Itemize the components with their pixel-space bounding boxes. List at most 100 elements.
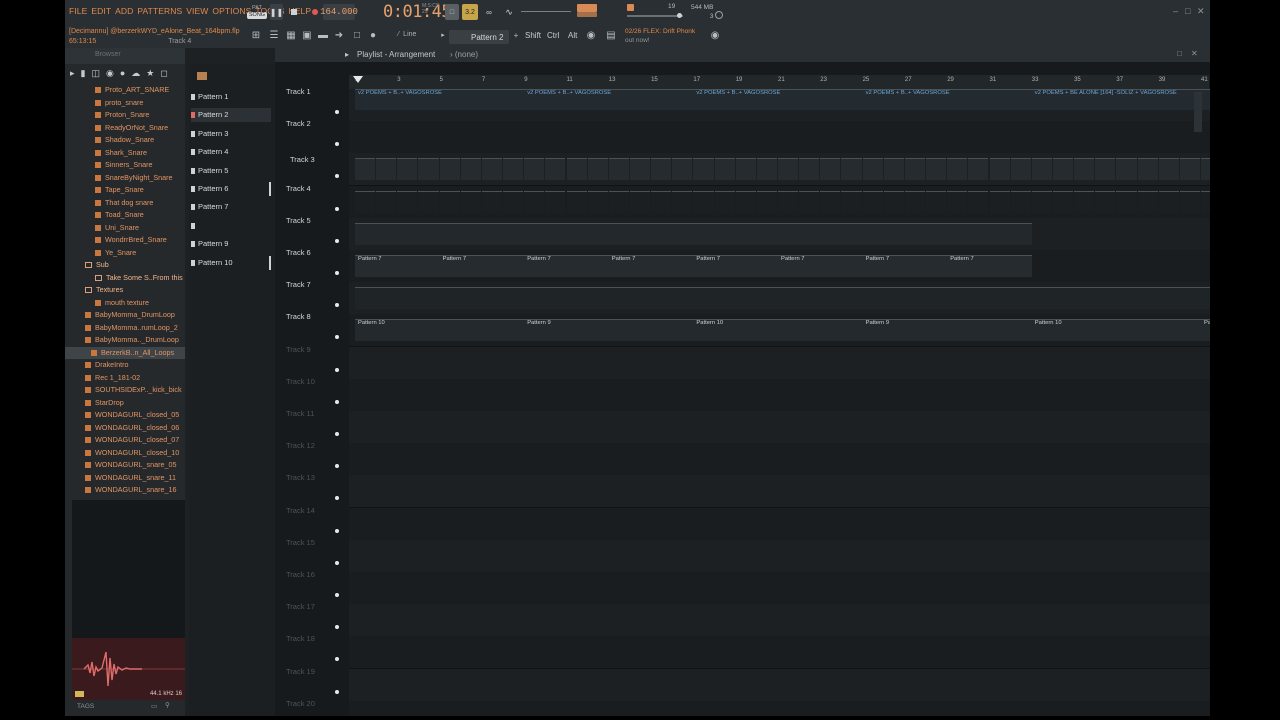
track-lane[interactable] xyxy=(349,443,1210,477)
pattern-clip[interactable]: Pattern 9 xyxy=(862,319,1032,342)
playhead-icon[interactable] xyxy=(353,76,363,83)
pattern-clip[interactable]: Pattern 7 xyxy=(355,255,440,277)
pattern-clip[interactable] xyxy=(524,158,545,181)
pattern-clip[interactable]: Pattern 10 xyxy=(1031,319,1201,342)
menu-edit[interactable]: EDIT xyxy=(91,6,111,16)
audio-clip[interactable]: v2 POEMS + B..+ VAGOSROSE xyxy=(862,89,1032,110)
pattern-clip[interactable] xyxy=(778,222,863,245)
mic-icon[interactable]: ● xyxy=(367,29,379,43)
typing-keyboard-icon[interactable]: ▤ xyxy=(605,29,617,43)
pattern-clip[interactable] xyxy=(397,190,418,213)
browser-item[interactable]: WONDAGURL_closed_06 xyxy=(65,422,185,434)
pattern-clip[interactable] xyxy=(376,158,397,181)
track-lane[interactable] xyxy=(349,121,1210,155)
pattern-clip[interactable] xyxy=(1031,158,1052,181)
browser-menu-icon[interactable]: ▸ xyxy=(70,68,75,79)
pattern-clip[interactable] xyxy=(714,190,735,213)
pattern-clip[interactable]: Pattern 7 xyxy=(947,255,1032,277)
pattern-clip[interactable] xyxy=(947,287,1032,310)
pattern-clip[interactable] xyxy=(439,287,525,310)
browser-item[interactable]: WONDAGURL_snare_05 xyxy=(65,459,185,471)
browser-item[interactable]: Rec 1_181-02 xyxy=(65,372,185,384)
pattern-clip[interactable]: Pattern 7 xyxy=(608,255,694,277)
pattern-item[interactable]: Pattern 9 xyxy=(191,237,271,251)
preview-play-icon[interactable] xyxy=(75,691,84,697)
pattern-clip[interactable] xyxy=(524,287,609,310)
pattern-item[interactable]: Pattern 7 xyxy=(191,200,271,214)
browser-item[interactable]: Shark_Snare xyxy=(65,147,185,159)
track-mute-dot[interactable] xyxy=(335,657,339,662)
track-mute-dot[interactable] xyxy=(335,399,339,404)
track-label[interactable]: Track 20 xyxy=(286,699,315,708)
playlist-scrollbar[interactable] xyxy=(1194,92,1202,132)
pattern-clip[interactable] xyxy=(608,287,694,310)
pattern-clip[interactable] xyxy=(1052,158,1074,181)
menu-patterns[interactable]: PATTERNS xyxy=(137,6,182,16)
pattern-clip[interactable] xyxy=(1074,158,1095,181)
arrangement-selector[interactable]: › (none) xyxy=(450,50,478,59)
browser-item[interactable]: WONDAGURL_closed_10 xyxy=(65,447,185,459)
pattern-item[interactable]: Pattern 6 xyxy=(191,182,271,196)
pattern-clip[interactable] xyxy=(693,222,778,245)
recording-filter-icon[interactable]: ◉ xyxy=(585,29,597,43)
browser-item[interactable]: That dog snare xyxy=(65,197,185,209)
pattern-clip[interactable]: Pattern 7 xyxy=(439,255,525,277)
track-mute-dot[interactable] xyxy=(335,689,339,694)
picker-icon[interactable] xyxy=(197,72,207,80)
countdown-button[interactable]: 3.2 xyxy=(462,4,478,20)
track-label[interactable]: Track 11 xyxy=(286,409,314,418)
pattern-item[interactable]: Pattern 5 xyxy=(191,164,271,178)
browser-window-icon[interactable]: ◻ xyxy=(160,68,167,79)
track-mute-dot[interactable] xyxy=(335,303,339,308)
pattern-clip[interactable] xyxy=(397,158,418,181)
menu-add[interactable]: ADD xyxy=(115,6,133,16)
master-volume-knob[interactable] xyxy=(577,4,597,12)
pattern-clip[interactable] xyxy=(1116,158,1137,181)
track-lane[interactable] xyxy=(349,668,1210,702)
pattern-clip[interactable] xyxy=(862,222,948,245)
track-label[interactable]: Track 2 xyxy=(286,119,311,128)
pattern-clip[interactable] xyxy=(355,158,376,181)
browser-item[interactable]: SnareByNight_Snare xyxy=(65,172,185,184)
pattern-clip[interactable] xyxy=(1010,190,1031,213)
track-mute-dot[interactable] xyxy=(335,528,339,533)
track-mute-dot[interactable] xyxy=(335,625,339,630)
track-mute-dot[interactable] xyxy=(335,271,339,275)
track-label[interactable]: Track 13 xyxy=(286,473,315,482)
pattern-clip[interactable] xyxy=(714,158,735,181)
browser-item[interactable]: BabyMomma_DrumLoop xyxy=(65,309,185,321)
menu-options[interactable]: OPTIONS xyxy=(212,6,251,16)
pattern-clip[interactable]: Pattern 7 xyxy=(693,255,778,277)
pattern-item[interactable] xyxy=(191,219,271,233)
mixer-icon[interactable]: ▬ xyxy=(317,29,329,43)
pattern-clip[interactable] xyxy=(989,190,1010,213)
pattern-clip[interactable] xyxy=(968,158,989,181)
track-label[interactable]: Track 14 xyxy=(286,506,315,515)
plugin-icon[interactable]: ◉ xyxy=(106,68,114,79)
piano-roll-icon[interactable]: ▦ xyxy=(285,29,297,43)
pattern-clip[interactable] xyxy=(355,287,440,310)
pattern-clip[interactable] xyxy=(587,158,608,181)
track-mute-dot[interactable] xyxy=(335,464,339,469)
pattern-prev-icon[interactable]: ▸ xyxy=(437,29,449,43)
pattern-clip[interactable] xyxy=(947,158,968,181)
pattern-clip[interactable] xyxy=(904,190,926,213)
track-label[interactable]: Track 16 xyxy=(286,570,315,579)
pattern-clip[interactable] xyxy=(608,158,629,181)
track-mute-dot[interactable] xyxy=(335,238,339,243)
pattern-clip[interactable] xyxy=(503,190,524,213)
pattern-clip[interactable]: Pattern 9 xyxy=(524,319,694,342)
browser-item[interactable]: BabyMomma.._DrumLoop xyxy=(65,334,185,346)
pattern-clip[interactable] xyxy=(756,158,777,181)
browser-item[interactable]: mouth texture xyxy=(65,297,185,309)
pattern-clip[interactable] xyxy=(672,158,693,181)
browser-item[interactable]: BabyMomma..rumLoop_2 xyxy=(65,322,185,334)
track-label[interactable]: Track 10 xyxy=(286,377,315,386)
track-label[interactable]: Track 7 xyxy=(286,280,311,289)
pattern-clip[interactable]: Pattern 7 xyxy=(862,255,948,277)
browser-item[interactable]: WONDAGURL_closed_07 xyxy=(65,434,185,446)
wave-button[interactable]: ∿ xyxy=(501,4,517,20)
pattern-clip[interactable] xyxy=(629,158,651,181)
pattern-clip[interactable] xyxy=(799,190,820,213)
pattern-clip[interactable] xyxy=(862,287,948,310)
